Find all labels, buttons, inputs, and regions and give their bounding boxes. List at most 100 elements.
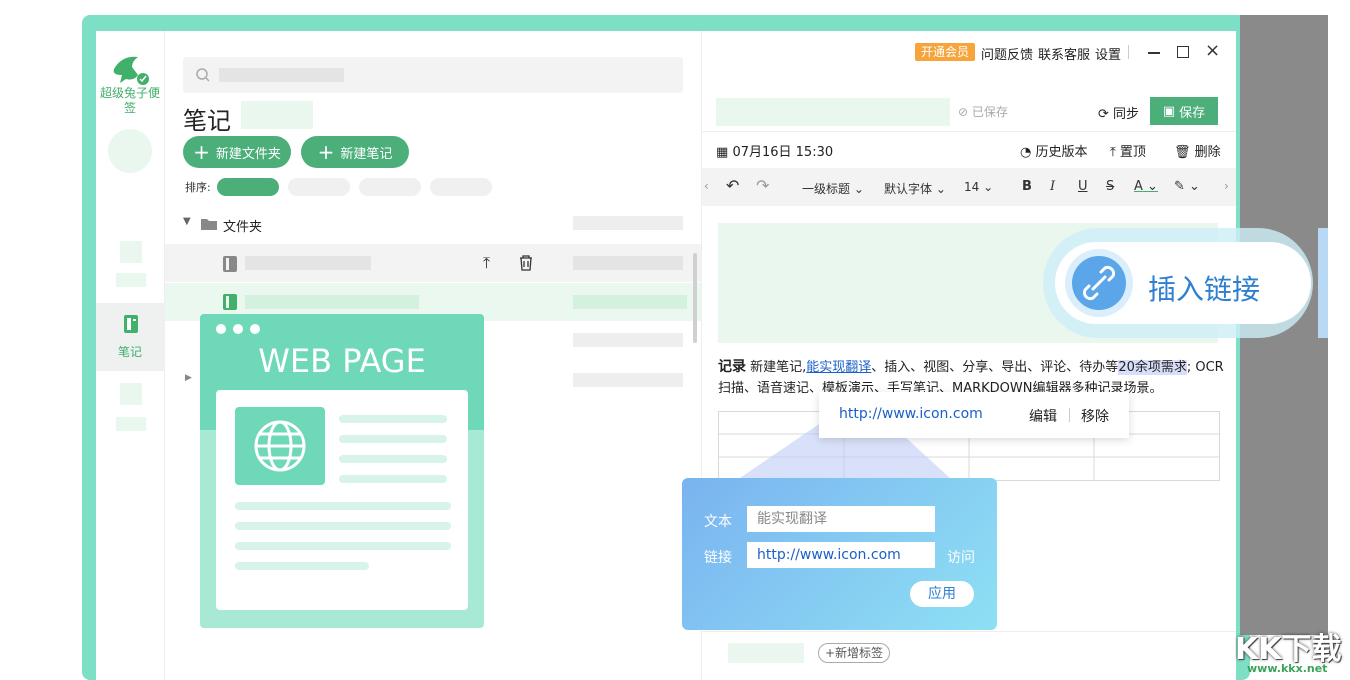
note-title-input[interactable] <box>716 98 950 126</box>
trash-icon: 🗑︎ <box>1174 145 1191 160</box>
italic-button[interactable]: I <box>1050 179 1055 194</box>
font-select[interactable]: 默认字体 ⌄ <box>884 180 946 197</box>
support-link[interactable]: 联系客服 <box>1038 44 1090 63</box>
new-note-label: 新建笔记 <box>340 146 393 162</box>
edit-link-button[interactable]: 编辑 <box>1029 406 1057 426</box>
note-icon <box>223 294 237 310</box>
link-tooltip: http://www.icon.com 编辑 移除 <box>819 392 1129 438</box>
new-folder-button[interactable]: + 新建文件夹 <box>183 136 291 168</box>
sidebar: 超级兔子便签 笔记 <box>96 31 165 680</box>
sync-label: 同步 <box>1113 107 1140 122</box>
redo-icon[interactable]: ↷ <box>756 176 769 195</box>
settings-link[interactable]: 设置 <box>1095 44 1121 63</box>
page-title: 笔记 <box>183 107 231 135</box>
heading-value: 一级标题 <box>802 182 851 196</box>
date-text: 07月16日 15:30 <box>732 145 834 160</box>
history-icon: ◔ <box>1020 145 1032 160</box>
strikethrough-button[interactable]: S <box>1106 179 1114 194</box>
row-placeholder <box>245 295 419 309</box>
pin-top-icon: ⤒ <box>1110 145 1116 160</box>
text-line-placeholder <box>235 522 451 530</box>
font-size-value: 14 <box>964 180 980 194</box>
divider <box>1128 45 1129 59</box>
history-label: 历史版本 <box>1035 145 1088 160</box>
sort-option-active[interactable] <box>217 178 279 196</box>
link-field[interactable]: http://www.icon.com <box>747 542 935 568</box>
note-date: ▦ 07月16日 15:30 <box>716 141 833 160</box>
search-placeholder <box>219 68 344 82</box>
undo-icon[interactable]: ↶ <box>726 176 739 195</box>
history-button[interactable]: ◔ 历史版本 <box>1020 141 1088 160</box>
divider <box>702 131 1236 132</box>
pin-top-icon[interactable]: ⤒ <box>483 253 490 273</box>
text-line-placeholder <box>339 455 447 463</box>
minimize-icon[interactable] <box>1148 52 1160 54</box>
new-folder-label: 新建文件夹 <box>215 146 281 162</box>
text-line-placeholder <box>339 435 447 443</box>
app-name: 超级兔子便签 <box>99 86 160 115</box>
nav-item-placeholder-icon[interactable] <box>120 241 142 263</box>
web-page-content <box>216 390 468 610</box>
new-note-button[interactable]: + 新建笔记 <box>301 136 409 168</box>
divider <box>1069 408 1070 422</box>
apply-button[interactable]: 应用 <box>910 581 974 607</box>
collapse-arrow-icon[interactable]: ▶ <box>185 373 192 383</box>
nav-item-placeholder-label <box>116 273 146 287</box>
insert-link-title: 插入链接 <box>1148 273 1261 306</box>
delete-label: 删除 <box>1194 145 1221 160</box>
visit-link[interactable]: 访问 <box>947 547 975 567</box>
web-page-title: WEB PAGE <box>258 342 426 380</box>
vip-button[interactable]: 开通会员 <box>915 43 976 61</box>
maximize-icon[interactable] <box>1177 46 1189 58</box>
text-line-placeholder <box>235 542 451 550</box>
bold-button[interactable]: B <box>1022 179 1032 194</box>
expand-arrow-icon[interactable]: ▼ <box>183 216 191 227</box>
sort-option[interactable] <box>288 178 350 196</box>
link-tooltip-url[interactable]: http://www.icon.com <box>839 406 983 422</box>
row-placeholder <box>245 256 371 270</box>
trash-icon[interactable] <box>519 255 533 271</box>
text-field-label: 文本 <box>704 514 732 530</box>
search-input[interactable] <box>183 57 683 93</box>
tag-placeholder[interactable] <box>728 643 804 663</box>
check-circle-icon: ⊘ <box>958 105 969 119</box>
text-color-button[interactable]: A ⌄ <box>1134 179 1158 194</box>
remove-link-button[interactable]: 移除 <box>1081 406 1109 426</box>
row-placeholder <box>573 256 683 270</box>
link-field-label: 链接 <box>704 550 732 566</box>
window-dot-icon <box>233 324 243 334</box>
font-size-select[interactable]: 14 ⌄ <box>964 180 993 194</box>
body-text: 新建笔记, <box>750 360 807 375</box>
plus-icon: + <box>193 140 210 164</box>
close-icon[interactable]: × <box>1205 40 1220 61</box>
add-tag-button[interactable]: +新增标签 <box>818 643 891 663</box>
underline-button[interactable]: U <box>1078 179 1088 194</box>
save-button[interactable]: ▣ 保存 <box>1150 97 1218 125</box>
scrollbar[interactable] <box>693 253 697 343</box>
highlight-button[interactable]: ✎ ⌄ <box>1174 179 1200 194</box>
heading-select[interactable]: 一级标题 ⌄ <box>802 180 864 197</box>
nav-item-placeholder-icon[interactable] <box>120 383 142 405</box>
scroll-left-icon[interactable]: ‹ <box>704 179 709 193</box>
avatar[interactable] <box>108 129 152 173</box>
folder-icon <box>201 219 217 230</box>
row-placeholder <box>573 216 683 230</box>
feedback-link[interactable]: 问题反馈 <box>981 44 1033 63</box>
text-line-placeholder <box>339 415 447 423</box>
rabbit-logo-icon <box>113 56 149 85</box>
scroll-right-icon[interactable]: › <box>1224 179 1229 193</box>
text-line-placeholder <box>235 562 369 570</box>
sort-option[interactable] <box>359 178 421 196</box>
globe-icon <box>254 420 306 472</box>
text-line-placeholder <box>235 502 451 510</box>
sync-button[interactable]: ⟳ 同步 <box>1098 103 1139 122</box>
delete-button[interactable]: 🗑︎ 删除 <box>1174 141 1221 160</box>
plus-icon: + <box>317 140 335 164</box>
pin-button[interactable]: ⤒ 置顶 <box>1110 141 1146 160</box>
text-field[interactable]: 能实现翻译 <box>747 506 935 532</box>
save-label: 保存 <box>1179 105 1206 121</box>
body-link[interactable]: 能实现翻译 <box>806 360 871 375</box>
row-placeholder <box>573 333 683 347</box>
sort-option[interactable] <box>430 178 492 196</box>
title-count-placeholder <box>241 101 313 129</box>
